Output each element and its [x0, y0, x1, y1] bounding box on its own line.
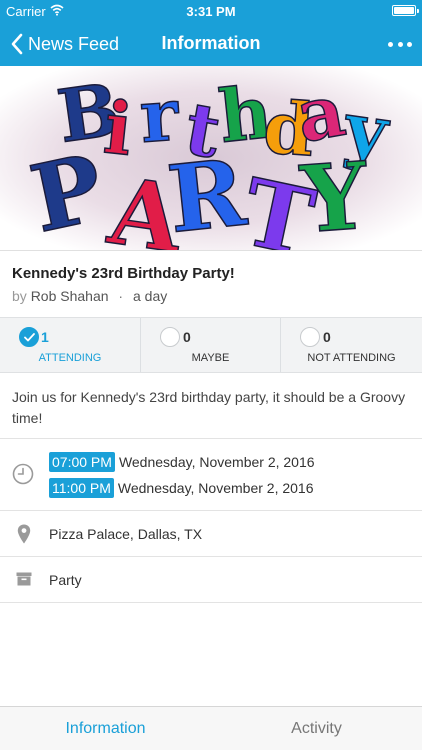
banner-word-party: PARTY — [21, 133, 373, 250]
event-time-row: 07:00 PM Wednesday, November 2, 2016 11:… — [0, 439, 422, 511]
radio-circle-icon — [300, 327, 320, 347]
event-location-row[interactable]: Pizza Palace, Dallas, TX — [0, 511, 422, 557]
start-time-badge: 07:00 PM — [49, 452, 115, 472]
banner-letter: R — [163, 138, 251, 250]
start-time-line: 07:00 PM Wednesday, November 2, 2016 — [49, 452, 315, 472]
radio-circle-icon — [160, 327, 180, 347]
start-date: Wednesday, November 2, 2016 — [118, 454, 315, 470]
navigation-bar: News Feed Information — [0, 22, 422, 66]
event-byline: by Rob Shahan · a day — [12, 288, 167, 304]
birthday-party-graphic: Bi rthday PARTY — [0, 66, 422, 250]
rsvp-attending-button[interactable]: 1 ATTENDING — [0, 318, 141, 372]
event-category-row: Party — [0, 557, 422, 603]
event-header: Kennedy's 23rd Birthday Party! by Rob Sh… — [0, 250, 422, 317]
status-time: 3:31 PM — [186, 4, 236, 19]
more-dot-icon — [407, 41, 412, 47]
byline-prefix: by — [12, 288, 27, 304]
chevron-left-icon — [11, 33, 23, 55]
maybe-label: MAYBE — [191, 352, 230, 364]
maybe-count: 0 — [183, 329, 191, 345]
checkmark-icon — [24, 333, 35, 342]
rsvp-bar: 1 ATTENDING 0 MAYBE 0 NOT ATTENDING — [0, 317, 422, 373]
bottom-tab-bar: Information Activity — [0, 706, 422, 750]
end-time-line: 11:00 PM Wednesday, November 2, 2016 — [49, 478, 314, 498]
check-circle-icon — [19, 327, 39, 347]
event-title: Kennedy's 23rd Birthday Party! — [12, 265, 235, 282]
end-date: Wednesday, November 2, 2016 — [117, 480, 314, 496]
attending-count: 1 — [41, 329, 49, 345]
banner-letter: Y — [297, 142, 372, 250]
tab-information[interactable]: Information — [0, 707, 211, 750]
status-bar: Carrier 3:31 PM — [0, 0, 422, 22]
rsvp-maybe-button[interactable]: 0 MAYBE — [141, 318, 281, 372]
tab-activity[interactable]: Activity — [211, 707, 422, 750]
more-options-button[interactable] — [388, 34, 412, 54]
author-link[interactable]: Rob Shahan — [31, 288, 109, 304]
back-button[interactable]: News Feed — [10, 31, 119, 57]
event-category: Party — [49, 572, 82, 588]
battery-icon — [392, 5, 419, 16]
event-location: Pizza Palace, Dallas, TX — [49, 526, 203, 542]
end-time-badge: 11:00 PM — [49, 478, 114, 498]
rsvp-not-attending-button[interactable]: 0 NOT ATTENDING — [281, 318, 422, 372]
map-pin-icon — [17, 524, 31, 544]
more-dot-icon — [397, 41, 403, 47]
attending-label: ATTENDING — [38, 352, 102, 364]
event-description: Join us for Kennedy's 23rd birthday part… — [0, 373, 422, 439]
back-button-label: News Feed — [28, 33, 120, 54]
app-header: Carrier 3:31 PM News Feed Information — [0, 0, 422, 66]
more-dot-icon — [388, 41, 393, 47]
archive-box-icon — [16, 572, 32, 586]
byline-separator: · — [118, 288, 124, 304]
event-banner-image: Birthday PARTY — [0, 66, 422, 250]
clock-icon — [12, 463, 34, 485]
not-attending-label: NOT ATTENDING — [307, 352, 396, 364]
not-attending-count: 0 — [323, 329, 331, 345]
posted-time: a day — [132, 288, 168, 304]
